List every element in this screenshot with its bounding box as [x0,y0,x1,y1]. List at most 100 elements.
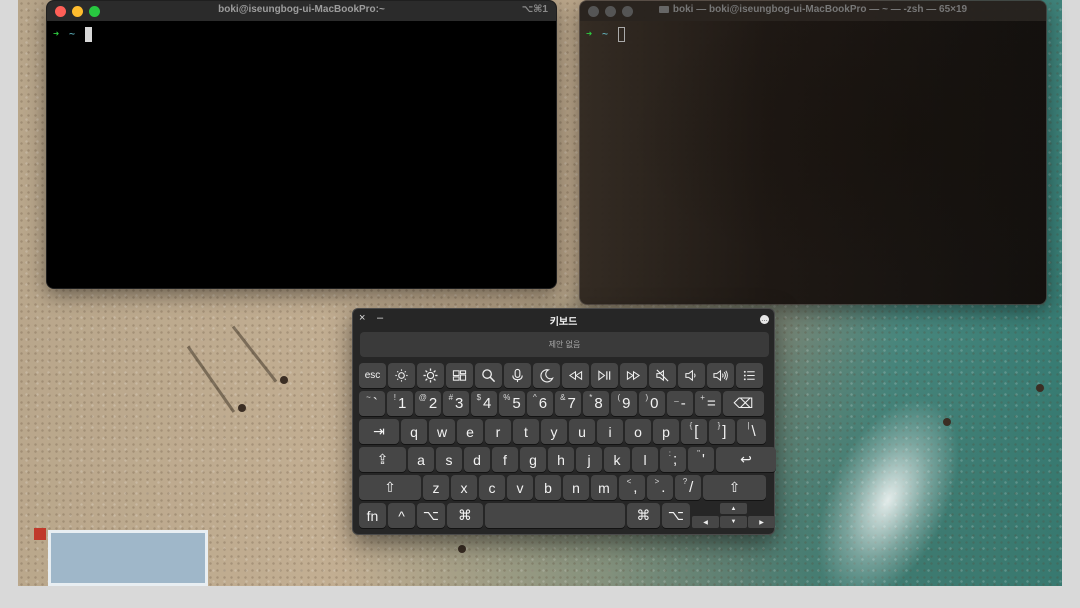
prompt-arrow: ➜ [586,29,593,40]
key-c[interactable]: c [479,475,505,500]
key-n[interactable]: n [563,475,589,500]
key-w[interactable]: w [429,419,455,444]
key-return[interactable]: ↩ [716,447,776,472]
key-brightness-down[interactable] [388,363,415,388]
key-u[interactable]: u [569,419,595,444]
key-t[interactable]: t [513,419,539,444]
key-tab[interactable]: ⇥ [359,419,399,444]
key-space[interactable] [485,503,625,528]
key-l[interactable]: l [632,447,658,472]
key-label: 3 [455,395,464,412]
more-options-icon[interactable]: … [760,315,769,324]
key-y[interactable]: y [541,419,567,444]
key-fn[interactable]: fn [359,503,386,528]
key-b[interactable]: b [535,475,561,500]
terminal-content[interactable]: ➜ ~ [47,21,556,288]
key-command-right[interactable]: ⌘ [627,503,660,528]
key-9[interactable]: (9 [611,391,637,416]
key-q[interactable]: q [401,419,427,444]
key-close-bracket[interactable]: }] [709,419,735,444]
key-label: , [633,479,638,496]
key-shift-label: _ [674,393,679,402]
keyboard-titlebar[interactable]: × – 키보드 … [353,309,774,329]
key-spotlight[interactable] [475,363,502,388]
key-control[interactable]: ^ [388,503,415,528]
key-esc[interactable]: esc [359,363,386,388]
terminal-window-background[interactable]: boki — boki@iseungbog-ui-MacBookPro — ~ … [579,0,1047,305]
rewind-icon [568,370,583,381]
key-8[interactable]: * 8 [583,391,609,416]
key-mission-control[interactable] [446,363,473,388]
key-4[interactable]: $4 [471,391,497,416]
key-comma[interactable]: <, [619,475,645,500]
key-1[interactable]: ! 1 [387,391,413,416]
key-shift-right[interactable]: ⇧ [703,475,766,500]
key-equals[interactable]: + = [695,391,721,416]
key-backslash[interactable]: | \ [737,419,766,444]
key-minus[interactable]: _ - [667,391,693,416]
key-shift-left[interactable]: ⇧ [359,475,421,500]
key-0[interactable]: ) 0 [639,391,665,416]
key-more[interactable] [736,363,763,388]
key-z[interactable]: z [423,475,449,500]
wallpaper-person [943,418,951,426]
key-fast-forward[interactable] [620,363,647,388]
key-arrow-right[interactable]: ▶ [748,516,775,528]
key-slash[interactable]: ? / [675,475,701,500]
key-m[interactable]: m [591,475,617,500]
key-o[interactable]: o [625,419,651,444]
terminal-titlebar[interactable]: boki — boki@iseungbog-ui-MacBookPro — ~ … [580,1,1046,21]
key-shift-label: & [560,393,566,402]
terminal-window-active[interactable]: boki@iseungbog-ui-MacBookPro:~ ⌥⌘1 ➜ ~ [46,0,557,289]
key-x[interactable]: x [451,475,477,500]
key-play-pause[interactable] [591,363,618,388]
key-5[interactable]: % 5 [499,391,525,416]
modifier-key-row: fn ^ ⌥ ⌘ ⌘ ⌥ ▲ ◀ ▼ ▶ [359,503,776,528]
key-label: [ [694,423,699,440]
key-rewind[interactable] [562,363,589,388]
key-arrow-left[interactable]: ◀ [692,516,719,528]
key-f[interactable]: f [492,447,518,472]
key-arrow-down[interactable]: ▼ [720,516,747,528]
key-volume-up[interactable] [707,363,734,388]
key-v[interactable]: v [507,475,533,500]
key-dictation[interactable] [504,363,531,388]
key-option-left[interactable]: ⌥ [417,503,445,528]
key-2[interactable]: @2 [415,391,441,416]
key-h[interactable]: h [548,447,574,472]
key-command-left[interactable]: ⌘ [447,503,483,528]
key-s[interactable]: s [436,447,462,472]
key-g[interactable]: g [520,447,546,472]
key-shift-label: ! [393,393,396,402]
key-e[interactable]: e [457,419,483,444]
key-label: = [706,395,716,412]
key-quote[interactable]: " ' [688,447,714,472]
key-p[interactable]: p [653,419,679,444]
key-i[interactable]: i [597,419,623,444]
key-d[interactable]: d [464,447,490,472]
key-shift-label: * [589,393,593,402]
key-r[interactable]: r [485,419,511,444]
key-backspace[interactable]: ⌫ [723,391,764,416]
key-j[interactable]: j [576,447,602,472]
key-do-not-disturb[interactable] [533,363,560,388]
suggestion-bar[interactable]: 제안 없음 [360,332,769,357]
key-6[interactable]: ^ 6 [527,391,553,416]
key-semicolon[interactable]: :; [660,447,686,472]
key-mute[interactable] [649,363,676,388]
key-brightness-up[interactable] [417,363,444,388]
key-option-right[interactable]: ⌥ [662,503,690,528]
terminal-titlebar[interactable]: boki@iseungbog-ui-MacBookPro:~ ⌥⌘1 [47,1,556,21]
key-period[interactable]: >. [647,475,673,500]
key-arrow-up[interactable]: ▲ [720,503,747,514]
key-backtick[interactable]: ~ ` [359,391,385,416]
keyboard-viewer[interactable]: × – 키보드 … 제안 없음 esc ~ ` ! 1 @ 2 # 3 $ 4 … [352,308,776,535]
key-a[interactable]: a [408,447,434,472]
key-open-bracket[interactable]: {[ [681,419,707,444]
key-volume-down[interactable] [678,363,705,388]
key-caps-lock[interactable]: ⇪ [359,447,406,472]
terminal-content[interactable]: ➜ ~ [580,21,1046,304]
key-k[interactable]: k [604,447,630,472]
key-3[interactable]: #3 [443,391,469,416]
key-7[interactable]: & 7 [555,391,581,416]
